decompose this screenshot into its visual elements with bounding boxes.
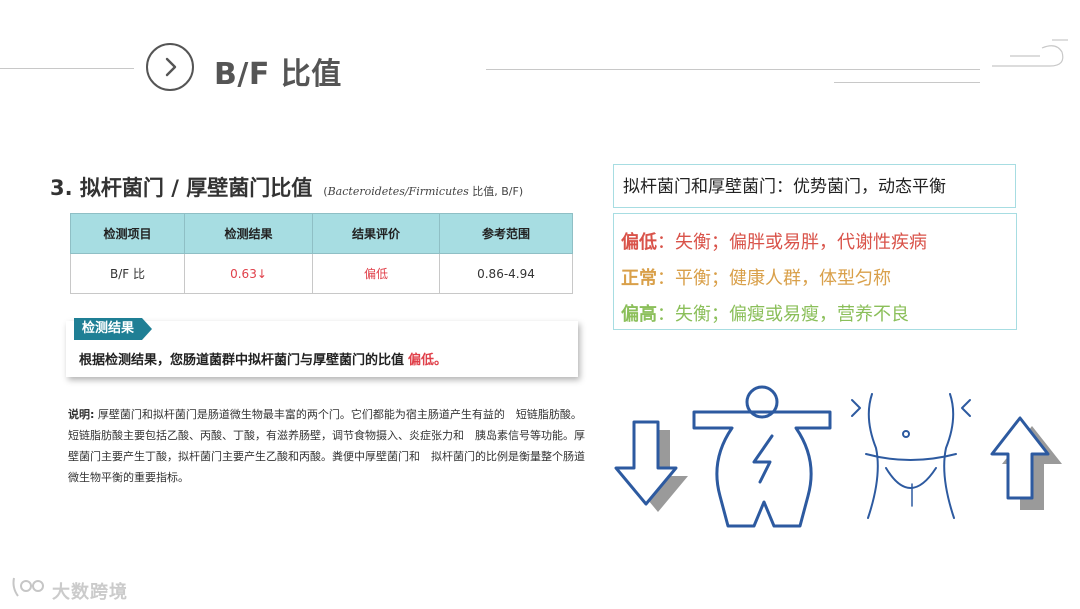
arrow-down-icon — [614, 420, 688, 512]
table-header-row: 检测项目 检测结果 结果评价 参考范围 — [70, 213, 573, 254]
arrow-up-icon — [990, 416, 1062, 510]
section-heading: 3. 拟杆菌门 / 厚壁菌门比值 (Bacteroidetes/Firmicut… — [50, 172, 523, 202]
status-high: 偏高：失衡；偏瘦或易瘦，营养不良 — [621, 304, 909, 325]
section-subtitle-latin: Bacteroidetes/Firmicutes — [327, 185, 469, 198]
table-header: 检测项目 — [70, 213, 185, 254]
result-highlight: 偏低。 — [408, 353, 448, 368]
table-cell-evaluation: 偏低 — [312, 253, 440, 294]
section-heading-subtitle: (Bacteroidetes/Firmicutes 比值, B/F) — [323, 185, 524, 198]
slim-waist-icon — [851, 393, 971, 519]
result-table: 检测项目 检测结果 结果评价 参考范围 B/F 比 0.63↓ 偏低 0.86-… — [70, 213, 573, 294]
chevron-right-icon — [146, 43, 194, 91]
table-cell-reference: 0.86-4.94 — [439, 253, 573, 294]
status-normal: 正常：平衡；健康人群，体型匀称 — [621, 268, 891, 289]
table-cell-item: B/F 比 — [70, 253, 185, 294]
watermark-text: 大数跨境 — [52, 582, 128, 603]
note-label: 说明: — [68, 408, 95, 421]
table-header: 结果评价 — [312, 213, 440, 254]
page-title: B/F 比值 — [214, 57, 342, 92]
header-rule-left — [0, 68, 134, 69]
table-header: 参考范围 — [439, 213, 573, 254]
note-text: 厚壁菌门和拟杆菌门是肠道微生物最丰富的两个门。它们都能为宿主肠道产生有益的 短链… — [68, 408, 585, 484]
result-text: 根据检测结果，您肠道菌群中拟杆菌门与厚壁菌门的比值 偏低。 — [79, 353, 448, 368]
header-deco-swirl-icon — [992, 39, 1068, 67]
header-rule-right-lower — [834, 82, 980, 83]
explanation-note: 说明: 厚壁菌门和拟杆菌门是肠道微生物最丰富的两个门。它们都能为宿主肠道产生有益… — [68, 404, 592, 488]
watermark-logo-icon — [12, 577, 44, 597]
table-cell-result: 0.63↓ — [184, 253, 313, 294]
section-heading-main: 3. 拟杆菌门 / 厚壁菌门比值 — [50, 176, 313, 200]
status-low: 偏低：失衡；偏胖或易胖，代谢性疾病 — [621, 232, 927, 253]
balance-title-box: 拟杆菌门和厚壁菌门：优势菌门，动态平衡 — [613, 164, 1016, 208]
table-header: 检测结果 — [184, 213, 313, 254]
overweight-body-icon — [692, 385, 832, 528]
header-rule-right — [486, 69, 980, 70]
result-tag: 检测结果 — [74, 318, 153, 340]
table-row: B/F 比 0.63↓ 偏低 0.86-4.94 — [70, 253, 573, 294]
